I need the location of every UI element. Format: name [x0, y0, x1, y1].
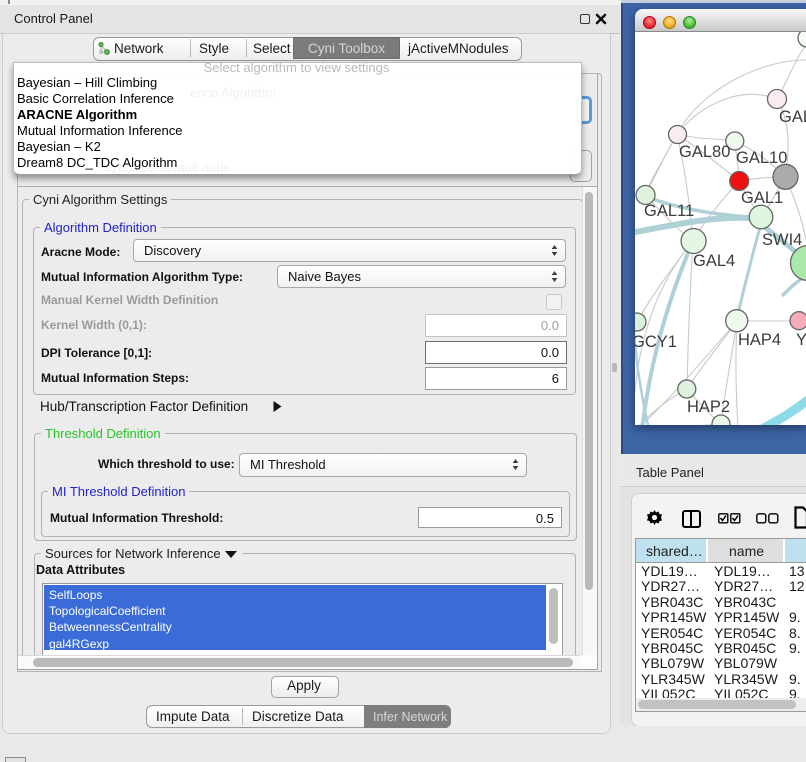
svg-text:GAL: GAL [779, 108, 806, 126]
svg-text:GAL11: GAL11 [644, 202, 694, 220]
svg-text:GAL4: GAL4 [693, 252, 735, 270]
svg-text:GCY1: GCY1 [635, 333, 677, 351]
svg-text:SWI4: SWI4 [762, 231, 802, 249]
svg-text:HAP4: HAP4 [738, 331, 781, 349]
svg-text:GAL1: GAL1 [741, 189, 783, 207]
svg-text:GAL80: GAL80 [679, 143, 730, 161]
svg-text:HAP2: HAP2 [687, 398, 730, 416]
svg-text:GAL10: GAL10 [736, 149, 787, 167]
svg-text:Y: Y [796, 331, 806, 349]
